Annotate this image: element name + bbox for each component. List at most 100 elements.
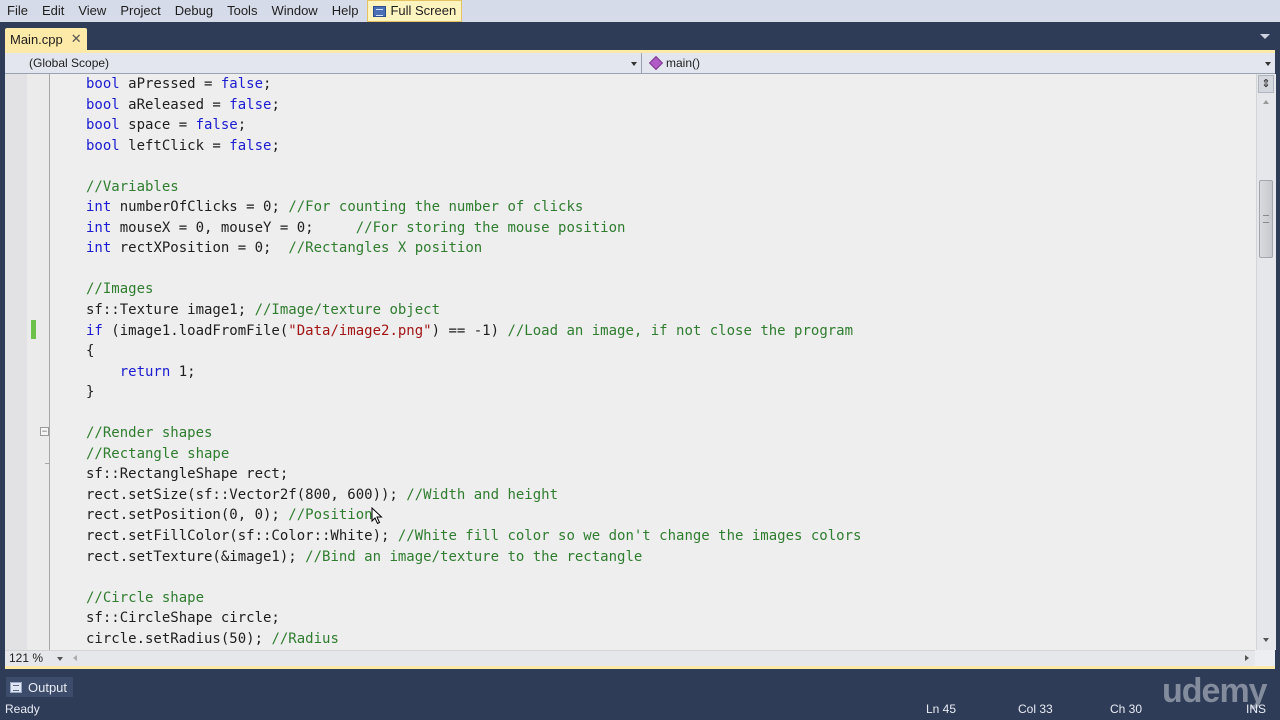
chevron-down-icon	[631, 62, 637, 66]
comment-token: //White fill color so we don't change th…	[397, 528, 862, 545]
code-text[interactable]: bool aPressed = false; bool aReleased = f…	[86, 74, 1246, 649]
horizontal-scrollbar[interactable]: 121 %	[5, 650, 1255, 667]
status-line: Ln 45	[926, 702, 957, 716]
string-token: "Data/image2.png"	[288, 322, 432, 339]
code-token: ) == -1)	[431, 322, 508, 339]
outlining-margin	[27, 74, 49, 650]
change-tracking-marker	[31, 320, 36, 339]
code-token: 1;	[170, 363, 196, 380]
code-line[interactable]: bool space = false;	[86, 115, 1246, 136]
scrollbar-corner	[1255, 650, 1275, 666]
comment-token: //Rectangle shape	[86, 445, 230, 462]
code-line[interactable]: circle.setRadius(50); //Radius	[86, 629, 1246, 650]
status-insert-mode: INS	[1246, 702, 1267, 716]
code-line[interactable]: int mouseX = 0, mouseY = 0; //For storin…	[86, 218, 1246, 239]
keyword-token: int	[86, 199, 112, 216]
code-line[interactable]: //Rectangle shape	[86, 444, 1246, 465]
tab-main-cpp[interactable]: Main.cpp ✕	[5, 28, 87, 50]
menu-tools[interactable]: Tools	[220, 0, 264, 22]
code-line[interactable]: int rectXPosition = 0; //Rectangles X po…	[86, 238, 1246, 259]
code-line[interactable]: //Render shapes	[86, 423, 1246, 444]
navigation-bar: (Global Scope) main()	[5, 53, 1275, 74]
status-bar: Ready Ln 45 Col 33 Ch 30 INS	[0, 699, 1280, 720]
code-line[interactable]: sf::RectangleShape rect;	[86, 464, 1246, 485]
code-line[interactable]: rect.setSize(sf::Vector2f(800, 600)); //…	[86, 485, 1246, 506]
outline-end-tick	[45, 463, 49, 464]
tab-label: Main.cpp	[10, 31, 63, 47]
status-ready: Ready	[5, 702, 40, 716]
comment-token: //Width and height	[406, 486, 559, 503]
code-line[interactable]	[86, 259, 1246, 280]
code-line[interactable]: //Variables	[86, 177, 1246, 198]
scroll-up-icon[interactable]	[1263, 100, 1269, 104]
function-dropdown[interactable]: main()	[645, 53, 1275, 73]
scroll-thumb[interactable]	[1259, 180, 1273, 258]
scroll-left-icon[interactable]	[73, 655, 77, 661]
code-token: mouseX = 0, mouseY = 0;	[111, 219, 356, 236]
code-line[interactable]: rect.setTexture(&image1); //Bind an imag…	[86, 547, 1246, 568]
menu-window[interactable]: Window	[264, 0, 324, 22]
menu-file[interactable]: File	[0, 0, 35, 22]
code-line[interactable]: bool leftClick = false;	[86, 136, 1246, 157]
method-icon	[648, 55, 664, 71]
full-screen-icon	[373, 5, 387, 17]
code-token: (image1.loadFromFile(	[102, 322, 289, 339]
code-line[interactable]: rect.setPosition(0, 0); //Position	[86, 505, 1246, 526]
output-window-tab[interactable]: Output	[6, 677, 74, 697]
status-char: Ch 30	[1110, 702, 1143, 716]
code-line[interactable]: bool aReleased = false;	[86, 95, 1246, 116]
code-line[interactable]: //Circle shape	[86, 588, 1246, 609]
comment-token: //Position	[288, 507, 373, 524]
menu-debug[interactable]: Debug	[168, 0, 220, 22]
output-label: Output	[28, 679, 68, 695]
code-line[interactable]: rect.setFillColor(sf::Color::White); //W…	[86, 526, 1246, 547]
full-screen-button[interactable]: Full Screen	[367, 0, 463, 22]
scope-dropdown[interactable]: (Global Scope)	[5, 53, 642, 73]
code-token: {	[86, 343, 95, 360]
code-token: rectXPosition = 0;	[111, 240, 289, 257]
scope-label: (Global Scope)	[29, 56, 110, 70]
scroll-down-icon[interactable]	[1263, 638, 1269, 642]
code-line[interactable]: {	[86, 341, 1246, 362]
editor-bottom-border	[5, 666, 1275, 669]
vertical-scrollbar[interactable]: ⇕	[1256, 74, 1276, 650]
code-line[interactable]: //Images	[86, 279, 1246, 300]
zoom-level[interactable]: 121 %	[9, 651, 43, 666]
code-token: circle.setRadius(50);	[86, 630, 272, 647]
code-token: sf::RectangleShape rect;	[86, 466, 289, 483]
zoom-dropdown-icon[interactable]	[57, 657, 63, 661]
comment-token: //Variables	[86, 178, 179, 195]
scroll-right-icon[interactable]	[1245, 655, 1249, 661]
comment-token: //Render shapes	[86, 425, 213, 442]
code-line[interactable]: if (image1.loadFromFile("Data/image2.png…	[86, 321, 1246, 342]
code-token: space =	[119, 117, 196, 134]
menu-view[interactable]: View	[71, 0, 113, 22]
code-line[interactable]: bool aPressed = false;	[86, 74, 1246, 95]
code-token: ;	[271, 137, 280, 154]
code-line[interactable]: int numberOfClicks = 0; //For counting t…	[86, 197, 1246, 218]
close-icon[interactable]: ✕	[71, 31, 82, 47]
menu-edit[interactable]: Edit	[35, 0, 71, 22]
code-line[interactable]: return 1;	[86, 362, 1246, 383]
code-line[interactable]	[86, 403, 1246, 424]
menu-project[interactable]: Project	[113, 0, 167, 22]
code-token: rect.setTexture(&image1);	[86, 548, 306, 565]
code-line[interactable]: }	[86, 382, 1246, 403]
keyword-token: int	[86, 240, 112, 257]
document-tab-strip: Main.cpp ✕	[0, 22, 1280, 52]
code-line[interactable]	[86, 567, 1246, 588]
split-window-button[interactable]: ⇕	[1258, 75, 1274, 93]
keyword-token: return	[119, 363, 171, 380]
code-token: rect.setFillColor(sf::Color::White);	[86, 528, 398, 545]
comment-token: //Load an image, if not close the progra…	[507, 322, 854, 339]
collapse-icon[interactable]: −	[40, 427, 49, 436]
code-line[interactable]	[86, 156, 1246, 177]
status-column: Col 33	[1018, 702, 1053, 716]
code-line[interactable]: sf::CircleShape circle;	[86, 608, 1246, 629]
tab-list-dropdown-icon[interactable]	[1260, 34, 1270, 39]
keyword-token: bool	[86, 96, 120, 113]
code-line[interactable]: sf::Texture image1; //Image/texture obje…	[86, 300, 1246, 321]
code-editor[interactable]: − bool aPressed = false; bool aReleased =…	[5, 74, 1275, 650]
menu-help[interactable]: Help	[325, 0, 366, 22]
